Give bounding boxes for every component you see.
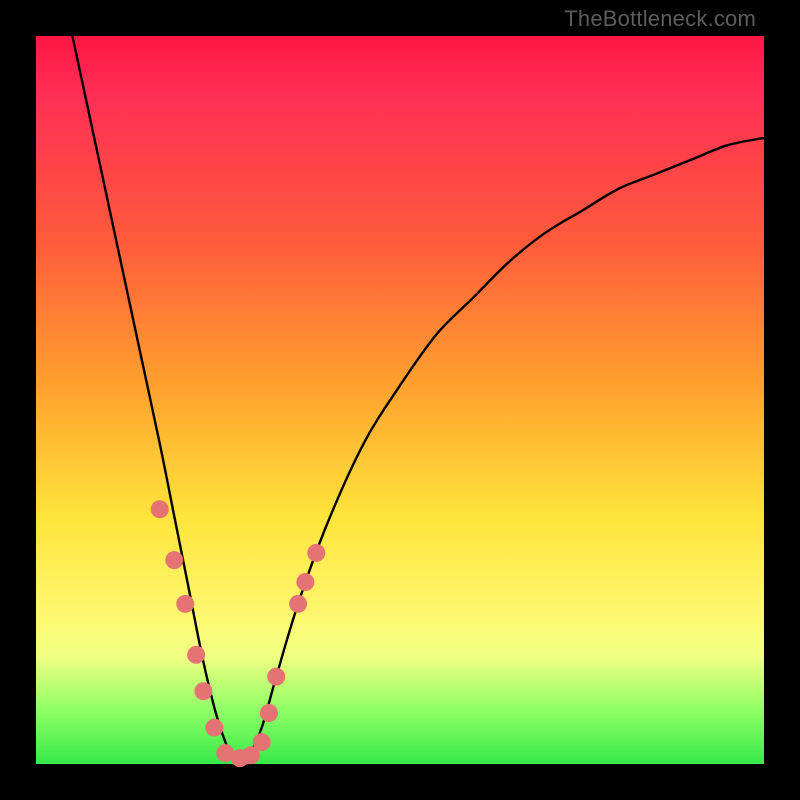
sample-dot — [194, 682, 212, 700]
sample-dot — [260, 704, 278, 722]
sample-dot — [165, 551, 183, 569]
curve-layer — [36, 36, 764, 764]
sample-dot — [267, 668, 285, 686]
sample-dot — [187, 646, 205, 664]
sample-dot — [296, 573, 314, 591]
sample-dot — [253, 733, 271, 751]
plot-area — [36, 36, 764, 764]
sample-dot — [307, 544, 325, 562]
watermark-text: TheBottleneck.com — [564, 6, 756, 32]
sample-dot — [205, 719, 223, 737]
chart-stage: TheBottleneck.com — [0, 0, 800, 800]
sample-dot — [151, 500, 169, 518]
bottleneck-curve — [72, 36, 764, 761]
sample-dots-group — [151, 500, 326, 767]
sample-dot — [176, 595, 194, 613]
sample-dot — [289, 595, 307, 613]
